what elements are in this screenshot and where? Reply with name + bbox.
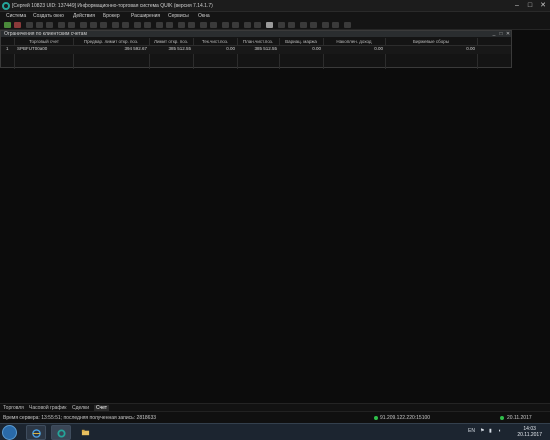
toolbar-icon[interactable] (278, 22, 285, 28)
menu-bar: Система Создать окно Действия Брокер Рас… (0, 12, 550, 20)
row-index: 1 (6, 46, 9, 51)
toolbar-icon[interactable] (222, 22, 229, 28)
column-header[interactable]: Накоплен. доход (323, 39, 385, 44)
column-header[interactable]: Вариац. маржа (279, 39, 323, 44)
toolbar-icon[interactable] (200, 22, 207, 28)
quik-app-icon (2, 2, 10, 10)
toolbar-icon[interactable] (322, 22, 329, 28)
folder-icon (81, 429, 90, 436)
toolbar-icon[interactable] (288, 22, 295, 28)
toolbar-icon[interactable] (36, 22, 43, 28)
column-header[interactable]: План.чист.поз. (237, 39, 279, 44)
toolbar-icon[interactable] (100, 22, 107, 28)
tray-network-icon[interactable]: ▮ (489, 428, 492, 434)
quik-task-icon (57, 429, 66, 438)
toolbar (0, 20, 550, 30)
disconnect-icon[interactable] (14, 22, 21, 28)
toolbar-icon[interactable] (332, 22, 339, 28)
menu-item-services[interactable]: Сервисы (168, 13, 189, 19)
toolbar-icon[interactable] (300, 22, 307, 28)
close-icon[interactable]: ✕ (505, 31, 511, 37)
toolbar-icon[interactable] (344, 22, 351, 28)
column-header[interactable]: Тек.чист.поз. (193, 39, 237, 44)
column-header[interactable]: Лимит откр. поз. (149, 39, 193, 44)
toolbar-icon[interactable] (188, 22, 195, 28)
toolbar-icon[interactable] (134, 22, 141, 28)
status-bar: Время сервера: 13:55:51; последняя получ… (0, 411, 550, 423)
minimize-icon[interactable]: _ (491, 31, 497, 37)
toolbar-icon[interactable] (232, 22, 239, 28)
title-bar: [Сергей 10823 UID: 137449] Информационно… (0, 0, 550, 12)
date-status-icon (500, 416, 504, 420)
toolbar-icon[interactable] (46, 22, 53, 28)
cell-var-margin[interactable]: 0.00 (279, 46, 321, 51)
close-icon[interactable]: ✕ (538, 1, 548, 10)
toolbar-icon[interactable] (210, 22, 217, 28)
ie-icon (32, 429, 41, 438)
column-header[interactable]: Торговый счет (15, 39, 73, 44)
menu-item-extensions[interactable]: Расширения (131, 13, 160, 19)
toolbar-icon[interactable] (310, 22, 317, 28)
subwindow-title-bar[interactable]: Ограничения по клиентским счетам _ □ ✕ (1, 31, 511, 37)
menu-item-create-window[interactable]: Создать окно (33, 13, 64, 19)
explorer-task-button[interactable] (76, 425, 96, 440)
tray-flag-icon[interactable]: ⚑ (480, 428, 484, 434)
toolbar-icon[interactable] (68, 22, 75, 28)
toolbar-icon[interactable] (80, 22, 87, 28)
clock-date: 20.11.2017 (517, 432, 542, 438)
connect-icon[interactable] (4, 22, 11, 28)
menu-item-actions[interactable]: Действия (73, 13, 95, 19)
connection-status-icon (374, 416, 378, 420)
cell-cur-net[interactable]: 0.00 (193, 46, 235, 51)
ie-task-button[interactable] (26, 425, 46, 440)
cell-accum-income[interactable]: 0.00 (323, 46, 383, 51)
window-title: [Сергей 10823 UID: 137449] Информационно… (12, 3, 213, 9)
toolbar-icon[interactable] (90, 22, 97, 28)
menu-item-broker[interactable]: Брокер (103, 13, 120, 19)
status-date: 20.11.2017 (507, 415, 532, 421)
toolbar-icon[interactable] (122, 22, 129, 28)
quik-task-button[interactable] (51, 425, 71, 440)
start-icon[interactable] (2, 425, 17, 440)
column-header[interactable]: Предвар. лимит откр. поз. (73, 39, 149, 44)
workspace-tabs: Торговля Часовой график Сделки Счет (0, 403, 550, 411)
toolbar-icon[interactable] (144, 22, 151, 28)
minimize-icon[interactable]: – (512, 1, 522, 10)
toolbar-icon[interactable] (266, 22, 273, 28)
client-limits-window: Ограничения по клиентским счетам _ □ ✕ Т… (0, 30, 512, 69)
menu-item-system[interactable]: Система (6, 13, 26, 19)
cell-plan-net[interactable]: 385 512.55 (237, 46, 277, 51)
cell-limit[interactable]: 385 512.55 (149, 46, 191, 51)
server-time: Время сервера: 13:55:51; последняя получ… (3, 415, 157, 421)
subwindow-title: Ограничения по клиентским счетам (4, 31, 87, 37)
toolbar-icon[interactable] (178, 22, 185, 28)
cell-prelim-limit[interactable]: 394 592.67 (73, 46, 147, 51)
cell-account[interactable]: SPBFUT00a00 (17, 46, 47, 51)
menu-item-windows[interactable]: Окна (198, 13, 210, 19)
tray-volume-icon[interactable]: ◖ (498, 428, 501, 434)
toolbar-icon[interactable] (166, 22, 173, 28)
toolbar-icon[interactable] (112, 22, 119, 28)
connection-address: 91.209.122.220:15100 (380, 415, 431, 421)
cell-fees[interactable]: 0.00 (385, 46, 475, 51)
column-header[interactable]: Биржевые сборы (385, 39, 477, 44)
toolbar-icon[interactable] (244, 22, 251, 28)
toolbar-icon[interactable] (254, 22, 261, 28)
maximize-icon[interactable]: □ (525, 1, 535, 10)
tray-clock[interactable]: 14:03 20.11.2017 (517, 426, 542, 438)
toolbar-icon[interactable] (26, 22, 33, 28)
taskbar: EN ⚑ ▮ ◖ 14:03 20.11.2017 (0, 423, 550, 440)
toolbar-icon[interactable] (58, 22, 65, 28)
maximize-icon[interactable]: □ (498, 31, 504, 37)
window-controls: – □ ✕ (512, 1, 548, 10)
toolbar-icon[interactable] (156, 22, 163, 28)
language-indicator[interactable]: EN (468, 428, 475, 434)
